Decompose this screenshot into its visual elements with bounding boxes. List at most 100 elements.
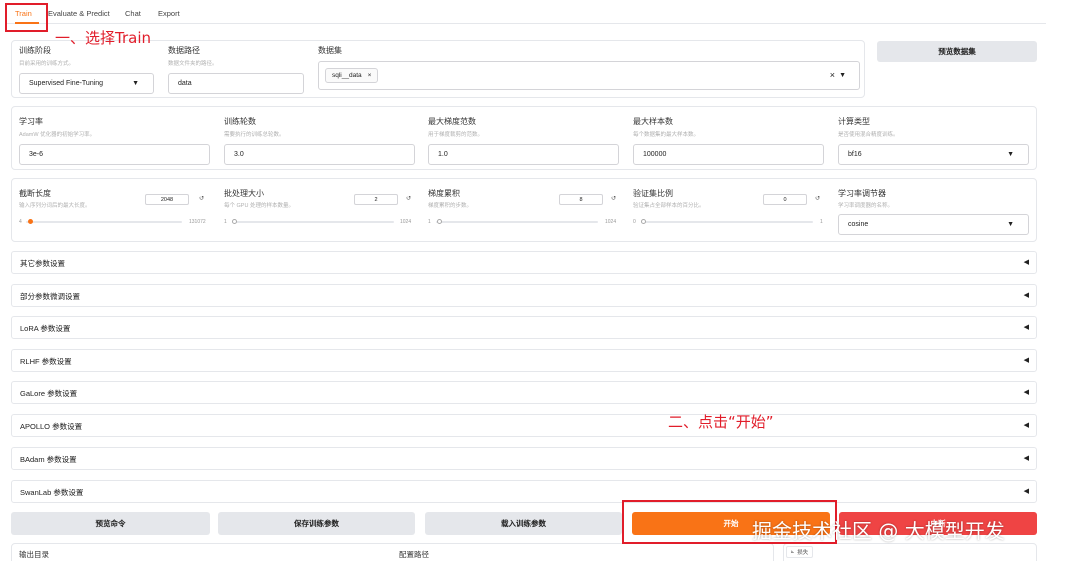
annotation-box-train	[5, 3, 48, 32]
val-size-desc: 验证集占全部样本的百分比。	[633, 203, 705, 209]
dataset-chip: sqli__data ×	[325, 68, 379, 83]
accordion-title: 部分参数微调设置	[20, 292, 80, 301]
stage-select-value: Supervised Fine-Tuning	[29, 80, 104, 87]
accordion-title: SwanLab 参数设置	[20, 488, 84, 497]
cutoff-len-min: 4	[19, 219, 22, 225]
epochs-value: 3.0	[234, 151, 244, 158]
epochs-desc: 需要执行的训练总轮数。	[224, 132, 285, 138]
data-dir-desc: 数据文件夹的路径。	[168, 61, 218, 67]
batch-size-max: 1024	[400, 219, 412, 225]
max-samples-label: 最大样本数	[633, 117, 673, 126]
epochs-input[interactable]: 3.0	[224, 144, 415, 165]
dataset-multiselect[interactable]: sqli__data × × ▼	[318, 61, 860, 90]
learning-rate-label: 学习率	[19, 117, 43, 126]
preview-dataset-button[interactable]: 预览数据集	[877, 41, 1037, 62]
watermark: 掘金技术社区 @ 大模型开发	[752, 519, 1005, 543]
data-dir-value: data	[178, 80, 192, 87]
batch-size-track[interactable]	[232, 221, 394, 223]
reset-icon[interactable]: ↺	[199, 195, 204, 202]
data-dir-input[interactable]: data	[168, 73, 304, 94]
reset-icon[interactable]: ↺	[406, 195, 411, 202]
cutoff-len-number[interactable]: 2048	[145, 194, 189, 205]
stage-select[interactable]: Supervised Fine-Tuning ▼	[19, 73, 154, 94]
grad-accum-track[interactable]	[436, 221, 598, 223]
accordion-title: LoRA 参数设置	[20, 324, 71, 333]
tab-chat[interactable]: Chat	[125, 9, 141, 18]
dataset-label: 数据集	[318, 46, 342, 55]
chevron-down-icon: ▼	[1007, 221, 1014, 228]
learning-rate-input[interactable]: 3e-6	[19, 144, 210, 165]
accordion-galore[interactable]: GaLore 参数设置 ◀	[11, 381, 1037, 404]
tab-evaluate-predict[interactable]: Evaluate & Predict	[48, 9, 110, 18]
output-dir-label: 输出目录	[19, 550, 49, 559]
max-grad-norm-input[interactable]: 1.0	[428, 144, 619, 165]
preview-command-button[interactable]: 预览命令	[11, 512, 210, 535]
compute-type-value: bf16	[848, 151, 862, 158]
learning-rate-value: 3e-6	[29, 151, 44, 158]
max-grad-norm-label: 最大梯度范数	[428, 117, 476, 126]
max-samples-input[interactable]: 100000	[633, 144, 824, 165]
collapse-arrow-icon: ◀	[1023, 292, 1029, 299]
bottom-panel	[11, 543, 774, 561]
accordion-extra[interactable]: 其它参数设置 ◀	[11, 251, 1037, 274]
scheduler-select[interactable]: cosine ▼	[838, 214, 1029, 235]
save-args-button[interactable]: 保存训练参数	[218, 512, 415, 535]
grad-accum-label: 梯度累积	[428, 189, 460, 198]
chevron-down-icon[interactable]: ▼	[839, 72, 846, 79]
compute-type-select[interactable]: bf16 ▼	[838, 144, 1029, 165]
val-size-number[interactable]: 0	[763, 194, 807, 205]
val-size-label: 验证集比例	[633, 189, 673, 198]
cutoff-len-max: 131072	[189, 219, 206, 225]
cutoff-len-desc: 输入序列分词后的最大长度。	[19, 203, 91, 209]
grad-accum-number[interactable]: 8	[559, 194, 603, 205]
val-size-max: 1	[820, 219, 823, 225]
config-path-label: 配置路径	[399, 550, 429, 559]
stage-label: 训练阶段	[19, 46, 51, 55]
epochs-label: 训练轮数	[224, 117, 256, 126]
compute-type-desc: 是否使用混合精度训练。	[838, 132, 899, 138]
accordion-swanlab[interactable]: SwanLab 参数设置 ◀	[11, 480, 1037, 503]
batch-size-desc: 每个 GPU 处理的样本数量。	[224, 203, 294, 209]
collapse-arrow-icon: ◀	[1023, 357, 1029, 364]
collapse-arrow-icon: ◀	[1023, 455, 1029, 462]
scheduler-desc: 学习率调度器的名称。	[838, 203, 894, 209]
cutoff-len-label: 截断长度	[19, 189, 51, 198]
accordion-freeze[interactable]: 部分参数微调设置 ◀	[11, 284, 1037, 307]
loss-panel	[783, 543, 1037, 561]
accordion-title: BAdam 参数设置	[20, 455, 77, 464]
accordion-apollo[interactable]: APOLLO 参数设置 ◀	[11, 414, 1037, 437]
val-size-track[interactable]	[641, 221, 813, 223]
annotation-step2: 二、点击“开始”	[668, 413, 774, 431]
val-size-thumb[interactable]	[641, 219, 646, 224]
reset-icon[interactable]: ↺	[815, 195, 820, 202]
batch-size-label: 批处理大小	[224, 189, 264, 198]
load-args-button[interactable]: 载入训练参数	[425, 512, 622, 535]
accordion-rlhf[interactable]: RLHF 参数设置 ◀	[11, 349, 1037, 372]
batch-size-min: 1	[224, 219, 227, 225]
loss-tag: ⟀ 损失	[786, 546, 814, 558]
chip-close-icon[interactable]: ×	[368, 72, 372, 79]
collapse-arrow-icon: ◀	[1023, 324, 1029, 331]
cutoff-len-track[interactable]	[26, 221, 182, 223]
reset-icon[interactable]: ↺	[611, 195, 616, 202]
max-grad-norm-desc: 用于梯度裁剪的范数。	[428, 132, 484, 138]
accordion-title: APOLLO 参数设置	[20, 422, 83, 431]
chevron-down-icon: ▼	[132, 80, 139, 87]
val-size-min: 0	[633, 219, 636, 225]
clear-icon[interactable]: ×	[830, 70, 835, 80]
dataset-chip-label: sqli__data	[332, 72, 362, 79]
accordion-lora[interactable]: LoRA 参数设置 ◀	[11, 316, 1037, 339]
collapse-arrow-icon: ◀	[1023, 422, 1029, 429]
collapse-arrow-icon: ◀	[1023, 389, 1029, 396]
grad-accum-min: 1	[428, 219, 431, 225]
max-grad-norm-value: 1.0	[438, 151, 448, 158]
stage-desc: 目前采用的训练方式。	[19, 61, 75, 67]
learning-rate-desc: AdamW 优化器的初始学习率。	[19, 132, 96, 138]
tab-bar: Train Evaluate & Predict Chat Export	[6, 4, 1046, 24]
scheduler-value: cosine	[848, 221, 869, 228]
annotation-step1: 一、选择Train	[55, 29, 151, 47]
tab-export[interactable]: Export	[158, 9, 180, 18]
batch-size-number[interactable]: 2	[354, 194, 398, 205]
accordion-badam[interactable]: BAdam 参数设置 ◀	[11, 447, 1037, 470]
compute-type-label: 计算类型	[838, 117, 870, 126]
